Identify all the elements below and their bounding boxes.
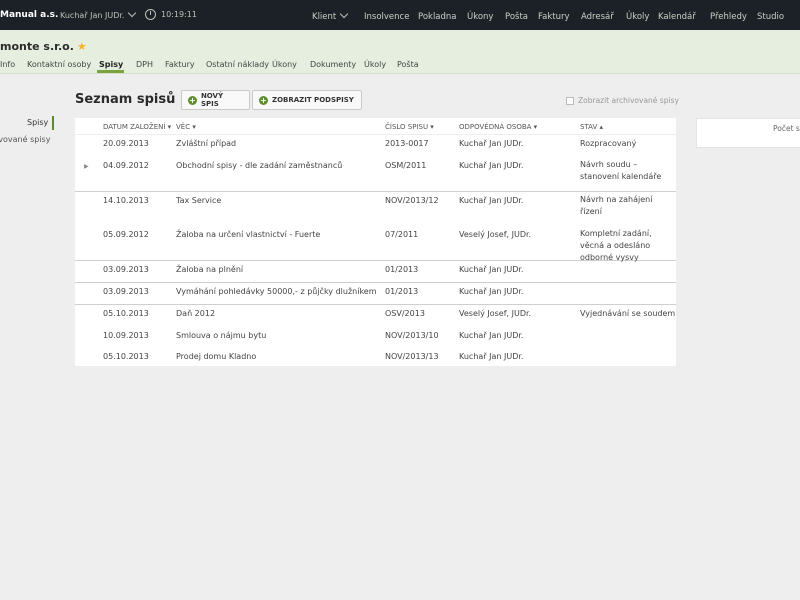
archive-label: Zobrazit archivované spisy — [578, 96, 679, 105]
tab-ukoly[interactable]: Úkoly — [364, 60, 386, 69]
tab-info[interactable]: Info — [0, 60, 15, 69]
nav-ukoly[interactable]: Úkoly — [626, 12, 649, 22]
case-count-label: Počet spisů — [773, 124, 800, 133]
timer-value: 10:19:11 — [161, 10, 197, 19]
star-icon[interactable]: ★ — [77, 40, 87, 53]
table-header: DATUM ZALOŽENÍ ▾ VĚC ▾ ČÍSLO SPISU ▾ ODP… — [75, 118, 676, 135]
table-row[interactable]: 05.09.2012 Žaloba na určení vlastnictví … — [75, 226, 676, 262]
table-row[interactable]: ▶ 04.09.2012 Obchodní spisy - dle zadání… — [75, 157, 676, 192]
client-title: monte s.r.o. ★ — [0, 40, 87, 53]
user-name: Kuchař Jan JUDr. — [60, 11, 125, 20]
show-subcases-button[interactable]: + ZOBRAZIT PODSPISY — [252, 90, 362, 110]
col-date-header[interactable]: DATUM ZALOŽENÍ ▾ — [103, 123, 171, 131]
col-person-header[interactable]: ODPOVĚDNÁ OSOBA ▾ — [459, 123, 537, 131]
tab-ukony[interactable]: Úkony — [272, 60, 297, 69]
table-row[interactable]: 05.10.2013 Prodej domu Kladno NOV/2013/1… — [75, 349, 676, 366]
tab-faktury[interactable]: Faktury — [165, 60, 195, 69]
nav-klient[interactable]: Klient — [312, 9, 349, 22]
client-header: monte s.r.o. ★ Info Kontaktní osoby Spisy… — [0, 30, 800, 74]
nav-pokladna[interactable]: Pokladna — [418, 12, 457, 22]
page-title: Seznam spisů — [75, 92, 176, 107]
timer[interactable]: 10:19:11 — [145, 9, 197, 20]
table-row[interactable]: 03.09.2013 Vymáhání pohledávky 50000,- z… — [75, 283, 676, 305]
case-count-panel: Počet spisů — [696, 118, 800, 148]
nav-adresar[interactable]: Adresář — [581, 12, 614, 22]
nav-kalendar[interactable]: Kalendář — [658, 12, 696, 22]
col-subject-header[interactable]: VĚC ▾ — [176, 123, 196, 131]
col-number-header[interactable]: ČÍSLO SPISU ▾ — [385, 123, 434, 131]
tab-dokumenty[interactable]: Dokumenty — [310, 60, 356, 69]
tab-spisy[interactable]: Spisy — [99, 60, 123, 69]
table-row[interactable]: 14.10.2013 Tax Service NOV/2013/12 Kucha… — [75, 192, 676, 226]
nav-ukony[interactable]: Úkony — [467, 12, 493, 22]
tab-ostatni-naklady[interactable]: Ostatní náklady — [206, 60, 269, 69]
sidebar-active-indicator — [52, 116, 54, 130]
sidebar-item-spisy[interactable]: Spisy — [27, 118, 48, 127]
nav-studio[interactable]: Studio — [757, 12, 784, 22]
archive-checkbox[interactable] — [566, 96, 574, 105]
table-row[interactable]: 05.10.2013 Daň 2012 OSV/2013 Veselý Jose… — [75, 305, 676, 327]
plus-icon: + — [188, 95, 197, 105]
user-menu[interactable]: Kuchař Jan JUDr. — [60, 8, 137, 20]
nav-faktury[interactable]: Faktury — [538, 12, 570, 22]
table-row[interactable]: 03.09.2013 Žaloba na plnění 01/2013 Kuch… — [75, 261, 676, 283]
nav-posta[interactable]: Pošta — [505, 12, 528, 22]
tab-dph[interactable]: DPH — [136, 60, 153, 69]
plus-icon: + — [259, 95, 268, 105]
clock-icon — [145, 9, 156, 20]
tab-posta[interactable]: Pošta — [397, 60, 419, 69]
brand-name: Manual a.s. — [0, 10, 59, 20]
chevron-down-icon — [128, 8, 137, 18]
nav-insolvence[interactable]: Insolvence — [364, 12, 409, 22]
expand-row-icon[interactable]: ▶ — [84, 163, 89, 170]
sidebar-item-archivovane[interactable]: Archivované spisy — [0, 135, 50, 144]
col-status-header[interactable]: STAV ▴ — [580, 123, 603, 131]
archive-toggle[interactable]: Zobrazit archivované spisy — [566, 96, 679, 105]
table-row[interactable]: 20.09.2013 Zvláštní případ 2013-0017 Kuc… — [75, 135, 676, 157]
top-bar: Manual a.s. Kuchař Jan JUDr. 10:19:11 Kl… — [0, 0, 800, 30]
active-tab-indicator — [97, 70, 124, 73]
chevron-down-icon — [340, 9, 349, 19]
new-case-button[interactable]: + NOVÝ SPIS — [181, 90, 250, 110]
nav-prehledy[interactable]: Přehledy — [710, 12, 747, 22]
tab-kontaktni-osoby[interactable]: Kontaktní osoby — [27, 60, 91, 69]
table-row[interactable]: 10.09.2013 Smlouva o nájmu bytu NOV/2013… — [75, 327, 676, 349]
